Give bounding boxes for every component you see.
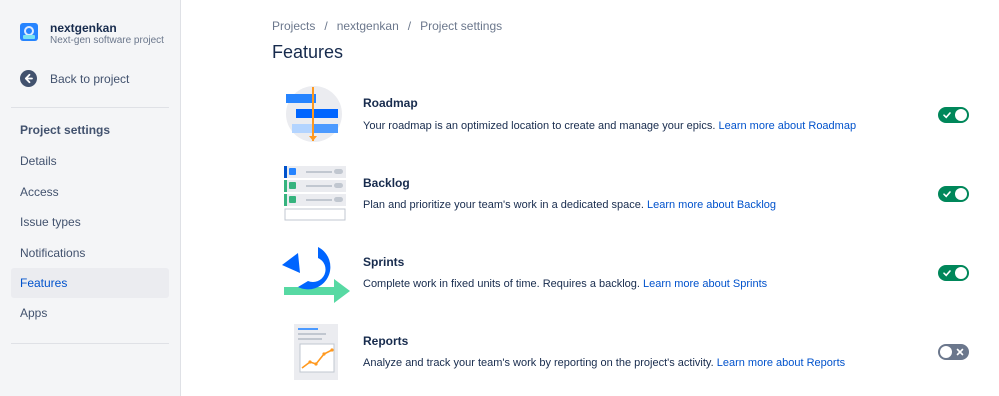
check-icon <box>941 265 953 281</box>
breadcrumb-projects[interactable]: Projects <box>272 19 315 33</box>
close-icon <box>954 344 966 360</box>
sidebar-item-notifications[interactable]: Notifications <box>11 238 169 268</box>
roadmap-illustration-icon <box>286 86 342 142</box>
sidebar-item-label: Notifications <box>20 246 86 260</box>
feature-roadmap: Roadmap Your roadmap is an optimized loc… <box>272 84 972 156</box>
sprints-toggle[interactable] <box>938 265 969 281</box>
roadmap-toggle[interactable] <box>938 107 969 123</box>
sidebar-item-details[interactable]: Details <box>11 146 169 176</box>
sidebar-item-label: Apps <box>20 306 48 320</box>
feature-sprints: Sprints Complete work in fixed units of … <box>272 243 972 315</box>
project-avatar-icon <box>20 23 38 41</box>
project-name: nextgenkan <box>50 21 117 35</box>
feature-name: Roadmap <box>363 96 418 110</box>
feature-name: Reports <box>363 334 409 348</box>
breadcrumb-separator: / <box>407 19 412 33</box>
reports-illustration-icon <box>294 324 338 380</box>
sidebar-item-features[interactable]: Features <box>11 268 169 298</box>
breadcrumb-project[interactable]: nextgenkan <box>337 19 399 33</box>
sprints-illustration-icon <box>282 247 350 303</box>
project-type: Next-gen software project <box>50 35 164 46</box>
feature-description: Your roadmap is an optimized location to… <box>363 120 856 132</box>
feature-name: Sprints <box>363 255 405 269</box>
breadcrumb-separator: / <box>324 19 328 33</box>
feature-description: Plan and prioritize your team's work in … <box>363 199 776 211</box>
check-icon <box>941 186 953 202</box>
learn-more-sprints-link[interactable]: Learn more about Sprints <box>643 278 767 290</box>
backlog-illustration-icon <box>284 166 346 221</box>
sidebar-item-issue-types[interactable]: Issue types <box>11 207 169 237</box>
sidebar-item-label: Features <box>20 276 68 290</box>
feature-description: Analyze and track your team's work by re… <box>363 357 845 369</box>
sidebar-item-label: Details <box>20 154 57 168</box>
sidebar-item-access[interactable]: Access <box>11 177 169 207</box>
feature-description-text: Your roadmap is an optimized location to… <box>363 120 716 132</box>
check-icon <box>941 107 953 123</box>
breadcrumb: Projects / nextgenkan / Project settings <box>272 19 502 33</box>
breadcrumb-project-settings[interactable]: Project settings <box>420 19 502 33</box>
sidebar-divider <box>11 343 169 344</box>
page-title: Features <box>272 42 344 62</box>
learn-more-backlog-link[interactable]: Learn more about Backlog <box>647 199 776 211</box>
back-to-project-label: Back to project <box>50 71 130 86</box>
feature-description-text: Complete work in fixed units of time. Re… <box>363 278 640 290</box>
backlog-toggle[interactable] <box>938 186 969 202</box>
project-header: nextgenkan Next-gen software project <box>20 21 164 47</box>
feature-reports: Reports Analyze and track your team's wo… <box>272 322 972 394</box>
feature-description-text: Plan and prioritize your team's work in … <box>363 199 644 211</box>
arrow-left-icon <box>20 70 37 87</box>
feature-backlog: Backlog Plan and prioritize your team's … <box>272 164 972 236</box>
sidebar-item-apps[interactable]: Apps <box>11 298 169 328</box>
back-to-project-link[interactable]: Back to project <box>20 70 129 87</box>
reports-toggle[interactable] <box>938 344 969 360</box>
learn-more-reports-link[interactable]: Learn more about Reports <box>717 357 845 369</box>
feature-description: Complete work in fixed units of time. Re… <box>363 278 767 290</box>
sidebar-divider <box>11 107 169 108</box>
learn-more-roadmap-link[interactable]: Learn more about Roadmap <box>718 120 856 132</box>
feature-description-text: Analyze and track your team's work by re… <box>363 357 714 369</box>
sidebar: nextgenkan Next-gen software project Bac… <box>0 0 181 396</box>
feature-name: Backlog <box>363 176 410 190</box>
sidebar-item-label: Issue types <box>20 215 81 229</box>
sidebar-item-label: Access <box>20 185 59 199</box>
sidebar-section-title: Project settings <box>20 123 111 137</box>
